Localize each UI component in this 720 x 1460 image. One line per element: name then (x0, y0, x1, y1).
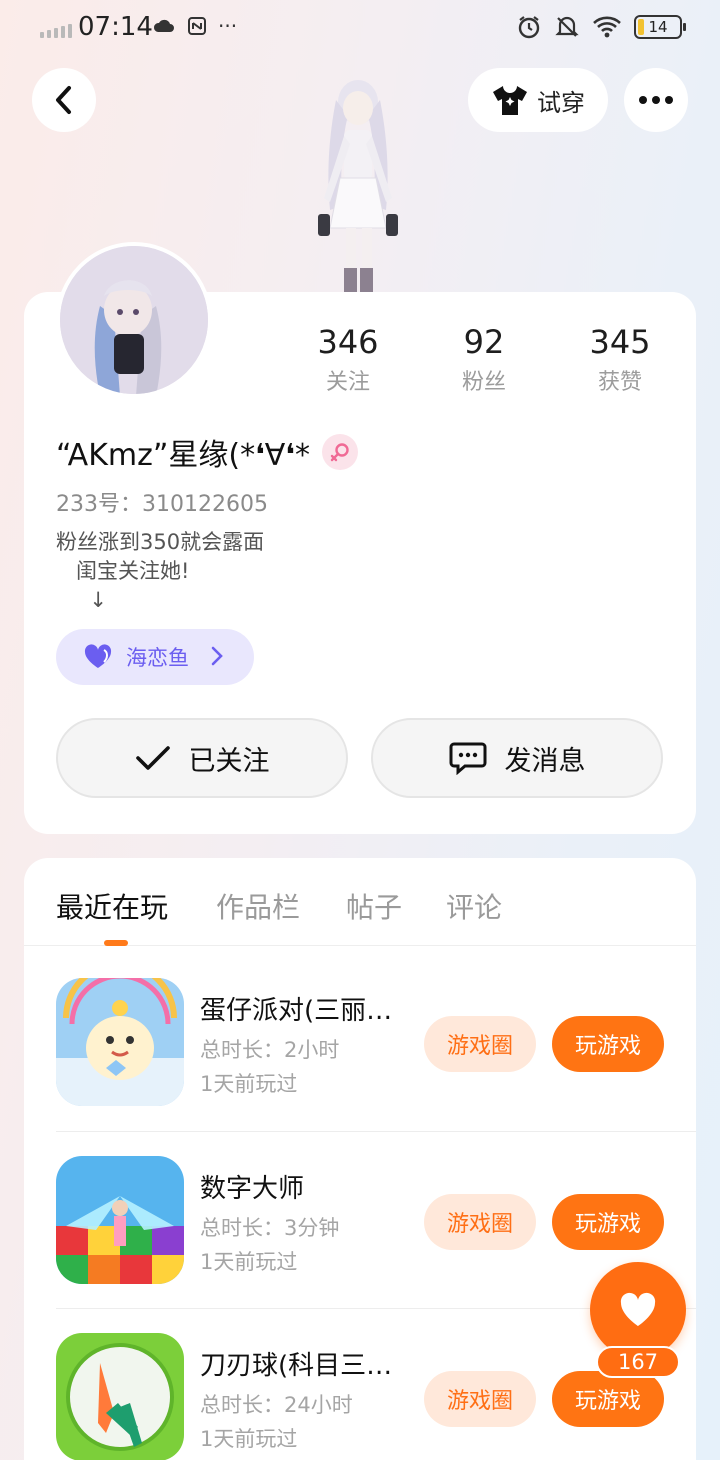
club-badge[interactable]: 海恋鱼 (56, 629, 254, 685)
game-circle-button[interactable]: 游戏圈 (424, 1016, 536, 1072)
stat-label: 关注 (325, 370, 370, 395)
more-options-button[interactable] (624, 68, 688, 132)
cloud-icon (153, 19, 174, 32)
chevron-right-icon (211, 646, 223, 666)
tshirt-icon (493, 86, 527, 115)
tab-comments[interactable]: 评论 (446, 886, 502, 926)
game-duration: 总时长：24小时 (200, 1393, 353, 1417)
tab-works[interactable]: 作品栏 (216, 886, 300, 926)
mute-bell-icon (555, 16, 579, 37)
game-name: 蛋仔派对(三丽… (200, 996, 393, 1026)
followed-button[interactable]: 已关注 (56, 718, 348, 798)
game-circle-button[interactable]: 游戏圈 (424, 1371, 536, 1427)
play-game-button[interactable]: 玩游戏 (552, 1194, 664, 1250)
club-label: 海恋鱼 (126, 646, 189, 670)
send-message-button[interactable]: 发消息 (371, 718, 663, 798)
followed-label: 已关注 (188, 745, 270, 777)
avatar-image (60, 246, 208, 394)
chevron-left-icon (56, 86, 71, 114)
avatar[interactable] (56, 242, 212, 398)
status-time: 07:14 (78, 12, 153, 42)
play-game-button[interactable]: 玩游戏 (552, 1371, 664, 1427)
stat-value: 345 (589, 323, 651, 361)
active-tab-indicator (104, 940, 128, 946)
battery-level: 14 (648, 18, 668, 36)
stat-value: 92 (463, 323, 505, 361)
bio-text: 粉丝涨到350就会露面 闺宝关注她! ↓ (56, 530, 265, 612)
tab-recently-played[interactable]: 最近在玩 (56, 886, 168, 926)
back-button[interactable] (32, 68, 96, 132)
game-name: 刀刃球(科目三… (200, 1351, 393, 1381)
try-on-label: 试穿 (537, 88, 585, 117)
game-name: 数字大师 (200, 1174, 305, 1204)
game-last-played: 1天前玩过 (200, 1250, 298, 1274)
signal-icon (40, 24, 72, 38)
heart-icon (84, 644, 112, 668)
wifi-icon (593, 16, 621, 38)
more-horizontal-icon (639, 96, 673, 104)
stat-likes[interactable]: 345 获赞 (552, 322, 688, 396)
heart-icon (620, 1292, 656, 1326)
stat-following[interactable]: 346 关注 (280, 322, 416, 396)
stat-value: 346 (317, 323, 379, 361)
nickname: “AKmz”星缘(*❛∀❛* (56, 438, 310, 473)
game-last-played: 1天前玩过 (200, 1427, 298, 1451)
stat-fans[interactable]: 92 粉丝 (416, 322, 552, 396)
chat-bubble-icon (449, 742, 486, 775)
game-last-played: 1天前玩过 (200, 1072, 298, 1096)
stat-label: 粉丝 (461, 370, 506, 395)
game-icon[interactable] (56, 1333, 184, 1460)
battery-icon: 14 (634, 15, 686, 39)
try-on-button[interactable]: 试穿 (468, 68, 608, 132)
game-circle-button[interactable]: 游戏圈 (424, 1194, 536, 1250)
tab-posts[interactable]: 帖子 (346, 886, 402, 926)
nickname-row: “AKmz”星缘(*❛∀❛* (56, 430, 358, 474)
floating-like-button[interactable] (590, 1262, 686, 1358)
user-id: 233号：310122605 (56, 492, 268, 517)
games-card: 最近在玩 作品栏 帖子 评论 蛋仔派对(三丽… 总时长：2小时 1天前玩过 游戏… (24, 858, 696, 1460)
nfc-icon (188, 17, 206, 35)
profile-stats: 346 关注 92 粉丝 345 获赞 (280, 322, 688, 396)
stat-label: 获赞 (597, 370, 642, 395)
play-game-button[interactable]: 玩游戏 (552, 1016, 664, 1072)
status-bar: 07:14 ··· 14 (0, 0, 720, 58)
game-duration: 总时长：3分钟 (200, 1216, 340, 1240)
game-icon[interactable] (56, 1156, 184, 1284)
like-count-badge: 167 (596, 1346, 680, 1378)
female-gender-icon (321, 434, 358, 470)
send-message-label: 发消息 (504, 745, 586, 777)
alarm-icon (518, 16, 540, 39)
game-row[interactable]: 蛋仔派对(三丽… 总时长：2小时 1天前玩过 游戏圈 玩游戏 (56, 954, 696, 1130)
game-icon[interactable] (56, 978, 184, 1106)
checkmark-icon (135, 746, 170, 770)
more-status-icon: ··· (218, 14, 238, 38)
game-duration: 总时长：2小时 (200, 1038, 340, 1062)
profile-tabs: 最近在玩 作品栏 帖子 评论 (24, 858, 696, 946)
character-avatar-figure (318, 80, 398, 293)
